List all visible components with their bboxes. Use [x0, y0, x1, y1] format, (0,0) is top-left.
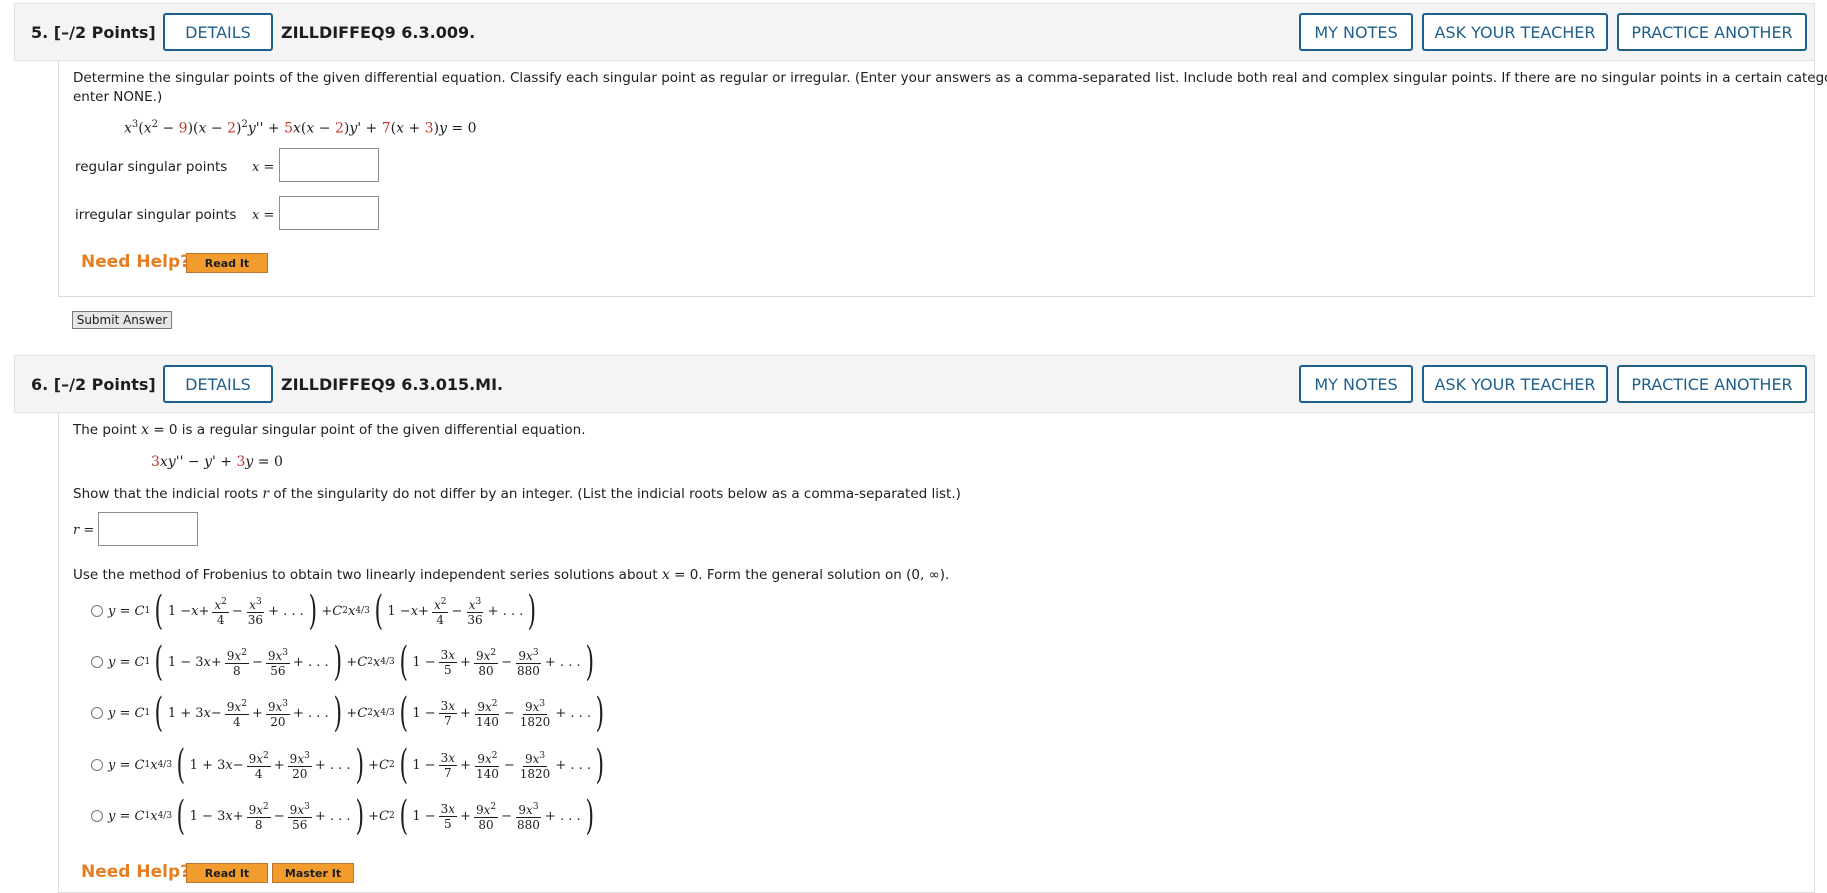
q5-read-it-button[interactable]: Read It	[186, 253, 268, 273]
q6-option-4: y = C 1 x 4/3(1 + 3x − 9x2 4 + 9x3 20 + . . .…	[108, 742, 605, 788]
q6-question-id: ZILLDIFFEQ9 6.3.015.MI.	[281, 375, 504, 394]
q5-regular-input[interactable]	[279, 148, 379, 182]
q6-master-it-button[interactable]: Master It	[272, 863, 354, 883]
q5-ask-teacher-button[interactable]: ASK YOUR TEACHER	[1422, 13, 1608, 51]
q5-question-id: ZILLDIFFEQ9 6.3.009.	[281, 23, 476, 42]
q6-details-button[interactable]: DETAILS	[163, 365, 273, 403]
q6-number: 6. [–/2 Points]	[31, 375, 156, 394]
q5-header: 5. [–/2 Points] DETAILS ZILLDIFFEQ9 6.3.…	[14, 3, 1815, 61]
q6-read-it-button[interactable]: Read It	[186, 863, 268, 883]
q6-option-1-radio[interactable]	[91, 605, 103, 617]
q5-instructions-line1: Determine the singular points of the giv…	[73, 70, 1827, 86]
q6-option-2: y = C 1(1 − 3x + 9x2 8 − 9x3 56 + . . .) + …	[108, 639, 594, 685]
q6-intro: The point x = 0 is a regular singular po…	[73, 422, 586, 438]
q6-my-notes-button[interactable]: MY NOTES	[1299, 365, 1413, 403]
q6-header: 6. [–/2 Points] DETAILS ZILLDIFFEQ9 6.3.…	[14, 355, 1815, 413]
q6-option-3: y = C 1(1 + 3x − 9x2 4 + 9x3 20 + . . .) + …	[108, 690, 605, 736]
q6-r-input[interactable]	[98, 512, 198, 546]
q5-submit-answer-button[interactable]: Submit Answer	[72, 311, 172, 329]
q5-irregular-label: irregular singular points	[75, 207, 237, 223]
q5-my-notes-button[interactable]: MY NOTES	[1299, 13, 1413, 51]
q6-option-5: y = C 1 x 4/3(1 − 3x + 9x2 8 − 9x3 56 + . . .…	[108, 793, 594, 839]
q6-option-5-radio[interactable]	[91, 810, 103, 822]
q5-irregular-x-label: x =	[252, 208, 275, 223]
q5-regular-x-label: x =	[252, 160, 275, 175]
q6-indicial-instruction: Show that the indicial roots r of the si…	[73, 486, 961, 502]
q6-option-4-radio[interactable]	[91, 759, 103, 771]
q6-option-3-radio[interactable]	[91, 707, 103, 719]
q5-regular-label: regular singular points	[75, 159, 228, 175]
q6-equation: 3xy'' − y' + 3y = 0	[151, 454, 283, 470]
q6-r-label: r =	[73, 523, 95, 538]
q5-instructions-line2: enter NONE.)	[73, 89, 163, 105]
q5-details-button[interactable]: DETAILS	[163, 13, 273, 51]
q6-option-2-radio[interactable]	[91, 656, 103, 668]
q5-need-help: Need Help?	[81, 252, 190, 272]
q6-frobenius-instruction: Use the method of Frobenius to obtain tw…	[73, 567, 950, 583]
q6-practice-another-button[interactable]: PRACTICE ANOTHER	[1617, 365, 1807, 403]
q6-ask-teacher-button[interactable]: ASK YOUR TEACHER	[1422, 365, 1608, 403]
q6-option-1: y = C 1(1 − x + x2 4 − x3 36 + . . .) + C2x…	[108, 588, 537, 634]
q5-equation: x3(x2 − 9)(x − 2)2y'' + 5x(x − 2)y' + 7(…	[124, 119, 477, 137]
q5-irregular-input[interactable]	[279, 196, 379, 230]
q6-need-help: Need Help?	[81, 862, 190, 882]
q5-number: 5. [–/2 Points]	[31, 23, 156, 42]
q5-practice-another-button[interactable]: PRACTICE ANOTHER	[1617, 13, 1807, 51]
